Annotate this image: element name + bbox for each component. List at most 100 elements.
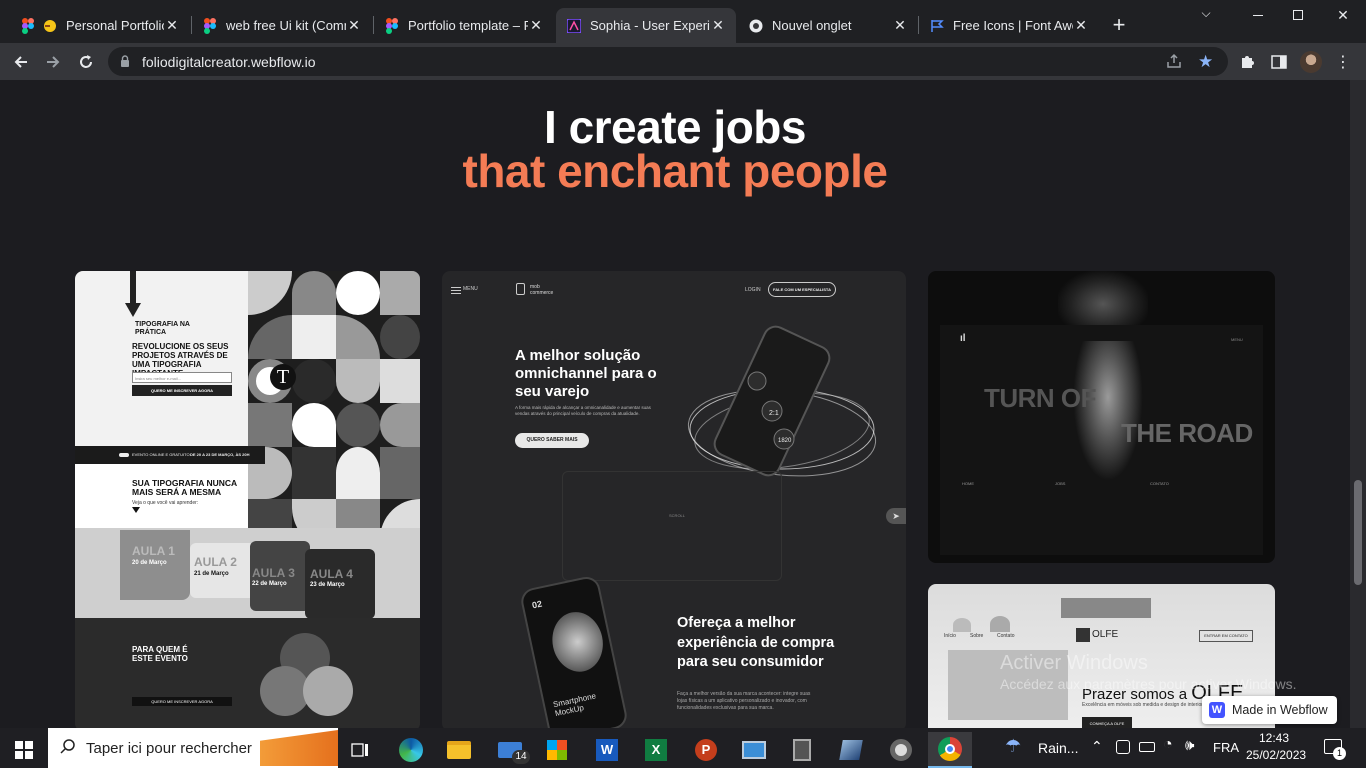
phone-rings-graphic: 2:1 1820 [687,325,877,477]
card3-title-left: TURN OF [984,383,1097,413]
share-icon[interactable] [1166,53,1182,72]
clock-date[interactable]: 25/02/2023 [1246,748,1306,762]
window-close-button[interactable]: ✕ [1320,0,1366,30]
wifi-icon[interactable]: ◔ [1163,736,1173,754]
chrome-icon [748,18,764,34]
weather-text[interactable]: Rain... [1038,740,1078,756]
card1-bottom-cta[interactable]: QUERO ME INSCREVER AGORA [132,697,232,706]
back-button[interactable] [8,49,34,75]
figma-icon [20,17,36,34]
task-view-icon[interactable] [340,732,380,768]
close-icon[interactable]: ✕ [892,17,908,34]
made-in-webflow-badge[interactable]: W Made in Webflow [1202,696,1337,724]
store-icon[interactable] [537,732,577,768]
webflow-site-icon [566,18,582,34]
project-card-mob-commerce[interactable]: MENU mob commerce LOGIN FALE COM UM ESPE… [442,271,906,728]
hero-heading-line2: that enchant people [462,145,888,197]
reload-button[interactable] [73,49,99,75]
close-icon[interactable]: ✕ [1073,17,1089,34]
phone-value-1: 2:1 [769,410,779,417]
extensions-puzzle-icon[interactable] [1234,49,1260,75]
shopping-bag-icon [516,283,525,295]
media-player-icon[interactable] [881,732,921,768]
file-explorer-icon[interactable] [439,732,479,768]
tab-new-tab[interactable]: Nouvel onglet ✕ [738,8,918,43]
card2-brand: mob commerce [530,284,554,296]
word-icon[interactable]: W [587,732,627,768]
taskbar-search-box[interactable]: Taper ici pour rechercher [48,728,338,768]
project-card-turn-of-the-road[interactable]: ıl MENU TURN OF THE ROAD HOME JOBS CONTA… [928,271,1275,563]
card2-cta-button[interactable]: QUERO SABER MAIS [515,433,589,448]
close-icon[interactable]: ✕ [528,17,544,34]
tray-chevron-up-icon[interactable]: ⌃ [1091,738,1103,755]
card2-offer-text: Faça a melhor versão da sua marca aconte… [677,691,811,711]
weather-umbrella-icon[interactable]: ☂ [1005,736,1021,757]
powerpoint-icon[interactable]: P [686,732,726,768]
browser-tab-strip: Personal Portfolio ✕ web free Ui kit (Co… [0,0,1366,43]
tab-sophia-active[interactable]: Sophia - User Experien ✕ [556,8,736,43]
notes-app-icon[interactable] [831,732,871,768]
volume-icon[interactable]: 🕪 [1185,737,1194,754]
language-indicator[interactable]: FRA [1213,740,1239,755]
card2-headline: A melhor solução omnichannel para o seu … [515,347,657,400]
browser-toolbar: foliodigitalcreator.webflow.io ★ ⋮ [0,43,1366,80]
remote-desktop-icon[interactable] [734,732,774,768]
page-scrollbar[interactable] [1350,80,1366,728]
scrollbar-thumb[interactable] [1354,480,1362,585]
lesson-4: AULA 4 23 de Março [305,549,375,619]
lesson-2: AULA 2 21 de Março [190,543,255,598]
tab-portfolio-template[interactable]: Portfolio template – Fi ✕ [374,8,554,43]
card1-section-sub: Veja o que você vai aprender: [132,500,199,506]
excel-icon[interactable]: X [636,732,676,768]
minimize-button[interactable] [1238,0,1278,30]
figma-icon [202,17,218,34]
calculator-icon[interactable] [782,732,822,768]
close-icon[interactable]: ✕ [346,17,362,34]
serif-t-glyph: T [270,364,296,390]
maximize-button[interactable] [1278,0,1318,30]
chrome-menu-icon[interactable]: ⋮ [1330,49,1356,75]
card2-offer-title: Ofereça a melhor experiência de compra p… [677,615,835,670]
chrome-taskbar-icon[interactable] [928,732,972,768]
olfe-contact-button[interactable]: ENTRAR EM CONTATO [1199,630,1253,642]
address-bar[interactable]: foliodigitalcreator.webflow.io ★ [108,47,1228,76]
tab-font-awesome[interactable]: Free Icons | Font Awe ✕ [919,8,1099,43]
close-icon[interactable]: ✕ [164,17,180,34]
card1-section-title: SUA TIPOGRAFIA NUNCA MAIS SERÁ A MESMA [132,478,237,497]
notification-badge: 1 [1333,747,1346,760]
forward-button[interactable] [40,49,66,75]
tab-web-free-ui-kit[interactable]: web free Ui kit (Comm ✕ [192,8,372,43]
tray-app-icon[interactable] [1116,740,1130,754]
hamburger-icon [451,287,461,288]
windows-start-icon[interactable] [4,732,44,768]
card1-band-left: EVENTO ONLINE E GRATUITO [132,452,190,457]
card1-email-input[interactable]: Insira seu melhor e-mail... [132,372,232,383]
edge-icon[interactable] [391,732,431,768]
clock-time[interactable]: 12:43 [1250,731,1298,745]
smartphone-mockup-graphic: 02 Smartphone MockUp [518,574,630,728]
card1-bottom-title: PARA QUEM É ESTE EVENTO [132,645,188,663]
card1-cta-button[interactable]: QUERO ME INSCREVER AGORA [132,385,232,396]
tab-search-chevron-icon[interactable]: ⌵ [1196,6,1216,26]
notification-center-icon[interactable]: 1 [1324,739,1346,760]
bookmark-star-icon[interactable]: ★ [1198,52,1213,72]
profile-avatar[interactable] [1298,49,1324,75]
card2-specialist-button[interactable]: FALE COM UM ESPECIALISTA [768,282,836,297]
olfe-cta-button[interactable]: CONHEÇA A OLFE [1082,717,1132,728]
mail-icon[interactable]: 14 [490,732,530,768]
lesson-1: AULA 1 20 de Março [120,530,190,600]
geometric-pattern-graphic: T [248,271,420,551]
send-icon[interactable]: ➤ [886,508,906,524]
card1-badge: TIPOGRAFIA NA PRÁTICA [135,321,190,336]
close-icon[interactable]: ✕ [710,17,726,34]
search-icon [60,738,76,758]
new-tab-button[interactable]: + [1108,14,1130,36]
side-panel-icon[interactable] [1266,49,1292,75]
tab-label: Nouvel onglet [772,18,852,33]
project-card-tipografia[interactable]: TIPOGRAFIA NA PRÁTICA REVOLUCIONE OS SEU… [75,271,420,728]
tab-personal-portfolio[interactable]: Personal Portfolio ✕ [10,8,190,43]
battery-icon[interactable] [1139,742,1155,752]
olfe-logo-icon [1076,628,1090,642]
windows-taskbar: Taper ici pour rechercher 14 W X P ☂ Rai… [0,728,1366,768]
mail-badge: 14 [512,750,530,764]
